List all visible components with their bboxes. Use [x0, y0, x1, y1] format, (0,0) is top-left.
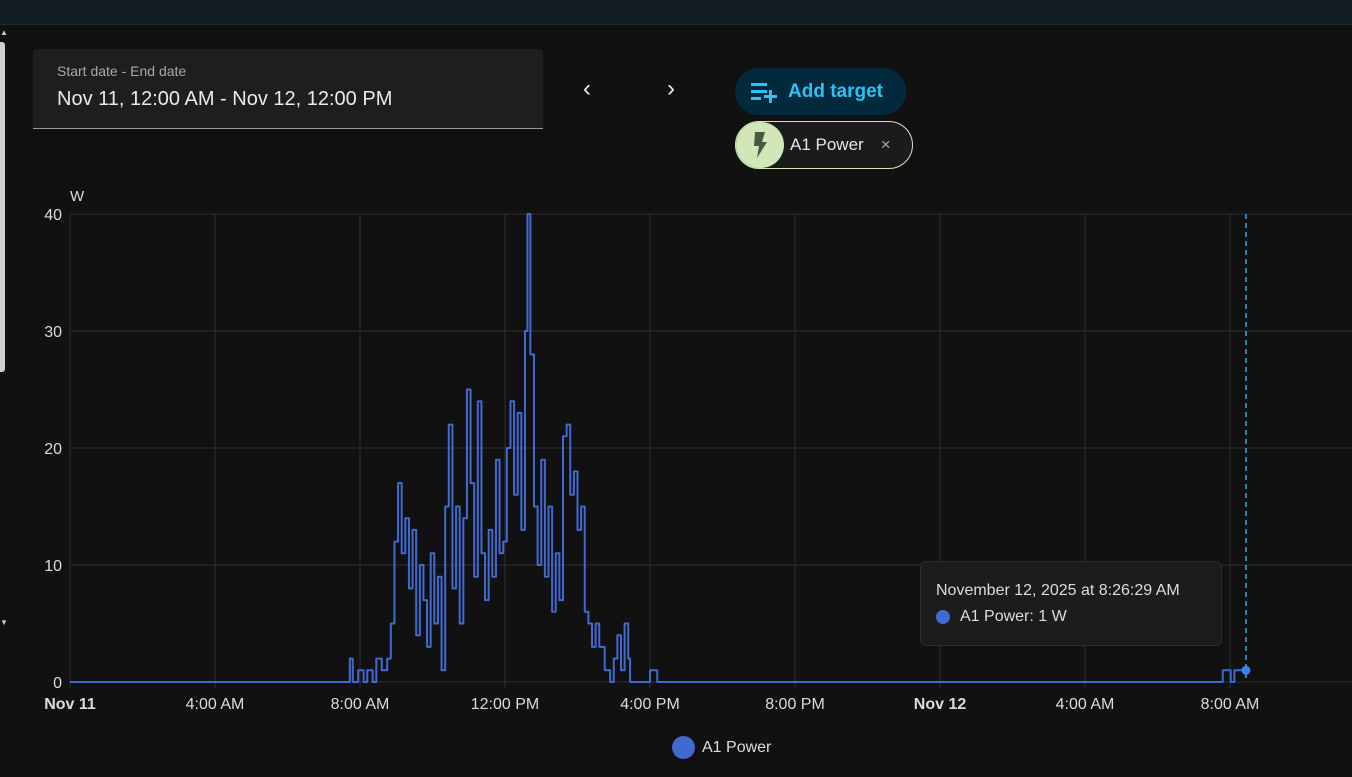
- y-tick-label: 0: [53, 675, 62, 692]
- legend-color-dot: [672, 736, 695, 759]
- playlist-add-icon: [751, 82, 777, 103]
- x-tick-label: 8:00 AM: [331, 696, 390, 713]
- x-tick-label: 4:00 AM: [1056, 696, 1115, 713]
- target-chip-a1-power[interactable]: A1 Power ×: [735, 121, 913, 169]
- chart-legend-item[interactable]: A1 Power: [672, 736, 771, 759]
- target-chip-label: A1 Power: [790, 135, 864, 154]
- tooltip-series-value: A1 Power: 1 W: [960, 608, 1067, 625]
- add-target-button[interactable]: Add target: [735, 68, 906, 115]
- date-range-label: Start date - End date: [57, 63, 187, 79]
- x-tick-label: 4:00 AM: [186, 696, 245, 713]
- y-axis-unit: W: [70, 188, 85, 205]
- scroll-up-icon[interactable]: ▲: [0, 28, 8, 37]
- top-app-bar: [0, 0, 1352, 25]
- y-tick-label: 20: [44, 441, 62, 458]
- x-tick-label: 4:00 PM: [620, 696, 680, 713]
- date-range-value[interactable]: Nov 11, 12:00 AM - Nov 12, 12:00 PM: [57, 88, 392, 111]
- lightning-icon: [736, 122, 784, 168]
- x-tick-label: Nov 11: [44, 696, 96, 713]
- legend-label: A1 Power: [702, 738, 772, 756]
- hover-data-point: [1241, 665, 1251, 675]
- x-tick-label: Nov 12: [914, 696, 967, 713]
- add-target-label: Add target: [788, 80, 883, 102]
- x-tick-label: 12:00 PM: [471, 696, 539, 713]
- chart-tooltip: November 12, 2025 at 8:26:29 AM A1 Power…: [920, 561, 1222, 646]
- y-tick-label: 10: [44, 558, 62, 575]
- next-period-button[interactable]: ›: [667, 74, 675, 104]
- y-tick-label: 40: [44, 207, 62, 224]
- date-range-picker[interactable]: Start date - End date Nov 11, 12:00 AM -…: [33, 49, 543, 129]
- x-tick-label: 8:00 AM: [1201, 696, 1260, 713]
- remove-target-icon[interactable]: ×: [881, 135, 891, 155]
- tooltip-title: November 12, 2025 at 8:26:29 AM: [936, 582, 1180, 599]
- y-tick-label: 30: [44, 324, 62, 341]
- x-tick-label: 8:00 PM: [765, 696, 825, 713]
- previous-period-button[interactable]: ‹: [583, 74, 591, 104]
- series-color-dot: [936, 610, 950, 624]
